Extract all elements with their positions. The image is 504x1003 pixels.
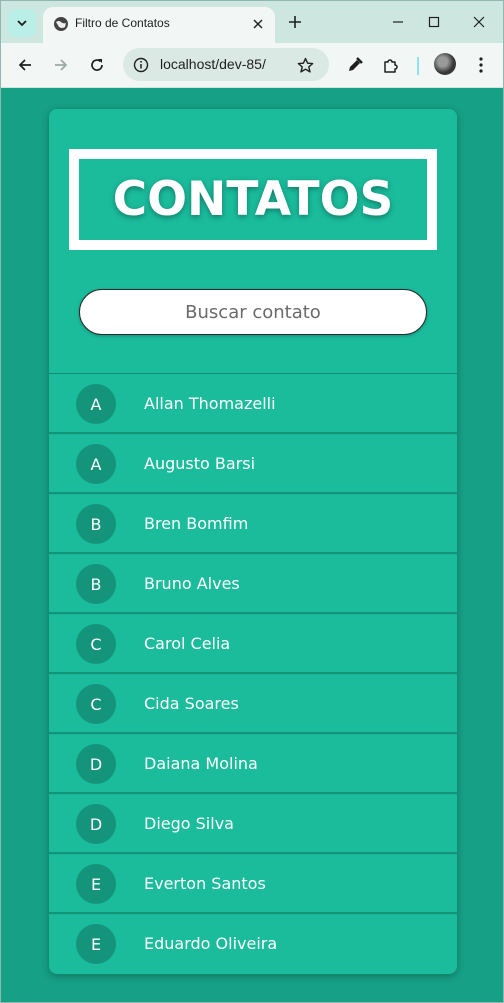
close-icon: [473, 16, 485, 28]
minimize-icon: [393, 21, 403, 23]
arrow-right-icon: [55, 59, 68, 71]
maximize-icon: [428, 16, 440, 28]
contact-initial-avatar: B: [76, 564, 116, 604]
contact-list-item[interactable]: E Everton Santos: [49, 854, 457, 914]
menu-button[interactable]: [470, 54, 492, 76]
arrow-left-icon: [18, 59, 31, 71]
reload-icon: [91, 59, 103, 71]
site-info-icon[interactable]: [131, 55, 151, 75]
contact-name: Bren Bomfim: [144, 514, 249, 533]
contact-initial-avatar: C: [76, 624, 116, 664]
contact-list-item[interactable]: D Daiana Molina: [49, 734, 457, 794]
contact-initial-avatar: E: [76, 924, 116, 964]
contact-initial-avatar: B: [76, 504, 116, 544]
more-vertical-icon: [479, 57, 483, 73]
page-title: CONTATOS: [112, 172, 394, 227]
contact-name: Everton Santos: [144, 874, 266, 893]
new-tab-button[interactable]: [285, 12, 305, 32]
tab-strip: Filtro de Contatos: [1, 1, 503, 43]
profile-avatar[interactable]: [434, 53, 456, 75]
forward-button[interactable]: [50, 54, 72, 76]
contact-initial-avatar: E: [76, 864, 116, 904]
contacts-card: CONTATOS A Allan Thomazelli A Augusto Barsi…: [49, 109, 457, 974]
puzzle-icon: [384, 59, 398, 73]
tab-search-button[interactable]: [8, 9, 36, 37]
bookmark-star-icon[interactable]: [295, 55, 315, 75]
contact-list-item[interactable]: A Augusto Barsi: [49, 434, 457, 494]
contact-name: Carol Celia: [144, 634, 231, 653]
contact-list: A Allan Thomazelli A Augusto Barsi B Bren Bom…: [49, 373, 457, 974]
contact-list-item[interactable]: C Cida Soares: [49, 674, 457, 734]
eyedropper-extension-button[interactable]: [344, 54, 366, 76]
browser-window: Filtro de Contatos localhost/dev-85/ CON…: [0, 0, 504, 1003]
contact-initial-avatar: A: [76, 384, 116, 424]
contact-list-item[interactable]: A Allan Thomazelli: [49, 374, 457, 434]
maximize-button[interactable]: [423, 11, 445, 33]
title-frame: CONTATOS: [69, 149, 437, 250]
extensions-button[interactable]: [380, 54, 402, 76]
eyedropper-icon: [349, 57, 363, 71]
contact-list-item[interactable]: B Bren Bomfim: [49, 494, 457, 554]
minimize-button[interactable]: [387, 11, 409, 33]
contact-name: Daiana Molina: [144, 754, 258, 773]
contact-initial-avatar: C: [76, 684, 116, 724]
contact-name: Eduardo Oliveira: [144, 934, 278, 953]
toolbar-separator: [417, 57, 419, 75]
address-url: localhost/dev-85/: [160, 56, 266, 72]
contact-initial-avatar: D: [76, 744, 116, 784]
contact-list-item[interactable]: E Eduardo Oliveira: [49, 914, 457, 974]
contact-initial-avatar: D: [76, 804, 116, 844]
contact-name: Augusto Barsi: [144, 454, 256, 473]
chevron-down-icon: [17, 20, 27, 27]
contact-list-item[interactable]: D Diego Silva: [49, 794, 457, 854]
address-bar[interactable]: localhost/dev-85/: [123, 48, 329, 81]
contact-name: Cida Soares: [144, 694, 239, 713]
plus-icon: [289, 16, 301, 28]
close-window-button[interactable]: [468, 11, 490, 33]
tab-title: Filtro de Contatos: [75, 16, 170, 30]
browser-toolbar: localhost/dev-85/: [1, 43, 503, 88]
search-input[interactable]: [79, 289, 427, 335]
contact-name: Diego Silva: [144, 814, 234, 833]
contact-list-item[interactable]: C Carol Celia: [49, 614, 457, 674]
globe-icon: [54, 17, 68, 31]
contact-name: Bruno Alves: [144, 574, 240, 593]
contact-name: Allan Thomazelli: [144, 394, 276, 413]
browser-tab[interactable]: Filtro de Contatos: [43, 7, 275, 43]
back-button[interactable]: [14, 54, 36, 76]
close-tab-icon[interactable]: [249, 15, 267, 33]
contact-initial-avatar: A: [76, 444, 116, 484]
reload-button[interactable]: [86, 54, 108, 76]
contact-list-item[interactable]: B Bruno Alves: [49, 554, 457, 614]
